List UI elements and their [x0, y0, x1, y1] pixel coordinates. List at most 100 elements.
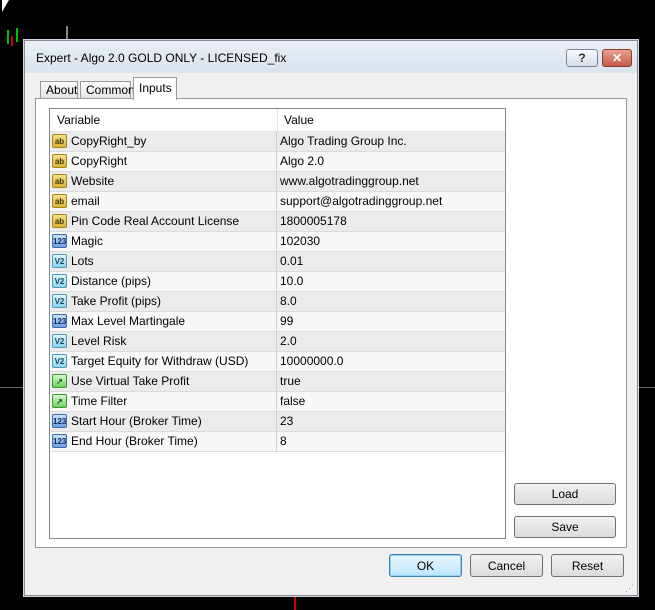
string-type-icon: ab — [52, 194, 67, 208]
value-cell[interactable]: 0.01 — [277, 252, 303, 271]
expert-properties-dialog: Expert - Algo 2.0 GOLD ONLY - LICENSED_f… — [24, 40, 638, 596]
variable-name: Level Risk — [71, 334, 127, 348]
boolean-type-icon: ↗ — [52, 394, 67, 408]
value-cell[interactable]: 8.0 — [277, 292, 297, 311]
integer-type-icon: 123 — [52, 434, 67, 448]
variable-name: Website — [71, 174, 115, 188]
table-row[interactable]: ab Website www.algotradinggroup.net — [50, 172, 505, 192]
value-cell[interactable]: 99 — [277, 312, 293, 331]
inputs-panel: Variable Value ab CopyRight_by Algo Tradi… — [35, 98, 627, 548]
grid-header: Variable Value — [50, 109, 505, 132]
variable-cell: V2 Distance (pips) — [50, 272, 277, 291]
table-row[interactable]: V2 Level Risk 2.0 — [50, 332, 505, 352]
cancel-button[interactable]: Cancel — [470, 554, 543, 577]
variable-name: email — [71, 194, 100, 208]
grid-rows: ab CopyRight_by Algo Trading Group Inc. ab… — [50, 132, 505, 452]
close-button[interactable]: ✕ — [602, 49, 632, 67]
table-row[interactable]: 123 Magic 102030 — [50, 232, 505, 252]
value-cell[interactable]: 8 — [277, 432, 287, 451]
table-row[interactable]: ab email support@algotradinggroup.net — [50, 192, 505, 212]
double-type-icon: V2 — [52, 254, 67, 268]
chart-candle — [11, 36, 13, 46]
variable-name: Pin Code Real Account License — [71, 214, 240, 228]
resize-grip-icon[interactable]: ⋰ — [625, 583, 635, 593]
table-row[interactable]: ↗ Use Virtual Take Profit true — [50, 372, 505, 392]
value-cell[interactable]: Algo Trading Group Inc. — [277, 132, 407, 151]
value-cell[interactable]: 10000000.0 — [277, 352, 343, 371]
table-row[interactable]: ab CopyRight Algo 2.0 — [50, 152, 505, 172]
column-header-variable[interactable]: Variable — [50, 109, 278, 131]
string-type-icon: ab — [52, 214, 67, 228]
variable-name: Time Filter — [71, 394, 128, 408]
variable-name: Take Profit (pips) — [71, 294, 162, 308]
variable-name: Magic — [71, 234, 104, 248]
double-type-icon: V2 — [52, 334, 67, 348]
value-cell[interactable]: 1800005178 — [277, 212, 347, 231]
value-cell[interactable]: www.algotradinggroup.net — [277, 172, 419, 191]
string-type-icon: ab — [52, 174, 67, 188]
column-header-value[interactable]: Value — [277, 109, 314, 131]
load-button[interactable]: Load — [514, 483, 616, 505]
variable-cell: V2 Level Risk — [50, 332, 277, 351]
table-row[interactable]: ↗ Time Filter false — [50, 392, 505, 412]
title-bar[interactable]: Expert - Algo 2.0 GOLD ONLY - LICENSED_f… — [25, 41, 637, 73]
variable-cell: 123 Start Hour (Broker Time) — [50, 412, 277, 431]
value-cell[interactable]: 23 — [277, 412, 293, 431]
save-button[interactable]: Save — [514, 516, 616, 538]
value-cell[interactable]: 10.0 — [277, 272, 303, 291]
double-type-icon: V2 — [52, 354, 67, 368]
variable-cell: 123 Max Level Martingale — [50, 312, 277, 331]
value-cell[interactable]: Algo 2.0 — [277, 152, 324, 171]
variable-cell: V2 Lots — [50, 252, 277, 271]
variable-cell: ab CopyRight — [50, 152, 277, 171]
chart-candle — [66, 26, 68, 40]
variable-name: Lots — [71, 254, 94, 268]
variable-name: CopyRight_by — [71, 134, 147, 148]
inputs-grid: Variable Value ab CopyRight_by Algo Tradi… — [49, 108, 506, 539]
chart-candle — [16, 28, 18, 42]
variable-name: Start Hour (Broker Time) — [71, 414, 202, 428]
value-cell[interactable]: support@algotradinggroup.net — [277, 192, 442, 211]
variable-cell: ab Pin Code Real Account License — [50, 212, 277, 231]
double-type-icon: V2 — [52, 274, 67, 288]
table-row[interactable]: V2 Lots 0.01 — [50, 252, 505, 272]
variable-name: End Hour (Broker Time) — [71, 434, 198, 448]
table-row[interactable]: V2 Target Equity for Withdraw (USD) 100000… — [50, 352, 505, 372]
value-cell[interactable]: true — [277, 372, 301, 391]
table-row[interactable]: 123 Start Hour (Broker Time) 23 — [50, 412, 505, 432]
reset-button[interactable]: Reset — [551, 554, 624, 577]
chart-candle — [7, 30, 9, 44]
variable-cell: V2 Target Equity for Withdraw (USD) — [50, 352, 277, 371]
integer-type-icon: 123 — [52, 314, 67, 328]
table-row[interactable]: V2 Distance (pips) 10.0 — [50, 272, 505, 292]
value-cell[interactable]: 102030 — [277, 232, 320, 251]
tab-inputs[interactable]: Inputs — [133, 77, 177, 100]
table-row[interactable]: ab Pin Code Real Account License 180000517… — [50, 212, 505, 232]
variable-cell: 123 End Hour (Broker Time) — [50, 432, 277, 451]
value-cell[interactable]: false — [277, 392, 305, 411]
table-row[interactable]: 123 Max Level Martingale 99 — [50, 312, 505, 332]
window-title: Expert - Algo 2.0 GOLD ONLY - LICENSED_f… — [36, 51, 287, 65]
integer-type-icon: 123 — [52, 414, 67, 428]
string-type-icon: ab — [52, 134, 67, 148]
tab-about[interactable]: About — [40, 81, 78, 99]
variable-name: Use Virtual Take Profit — [71, 374, 190, 388]
variable-cell: ab Website — [50, 172, 277, 191]
table-row[interactable]: ab CopyRight_by Algo Trading Group Inc. — [50, 132, 505, 152]
variable-cell: ab email — [50, 192, 277, 211]
help-button[interactable]: ? — [566, 49, 598, 67]
boolean-type-icon: ↗ — [52, 374, 67, 388]
variable-name: Distance (pips) — [71, 274, 152, 288]
variable-name: CopyRight — [71, 154, 128, 168]
tab-common[interactable]: Common — [80, 81, 135, 99]
table-row[interactable]: 123 End Hour (Broker Time) 8 — [50, 432, 505, 452]
chart-candle — [294, 594, 296, 610]
ok-button[interactable]: OK — [389, 554, 462, 577]
variable-name: Max Level Martingale — [71, 314, 186, 328]
double-type-icon: V2 — [52, 294, 67, 308]
variable-cell: V2 Take Profit (pips) — [50, 292, 277, 311]
table-row[interactable]: V2 Take Profit (pips) 8.0 — [50, 292, 505, 312]
variable-name: Target Equity for Withdraw (USD) — [71, 354, 249, 368]
mouse-cursor-icon — [2, 0, 9, 12]
value-cell[interactable]: 2.0 — [277, 332, 297, 351]
